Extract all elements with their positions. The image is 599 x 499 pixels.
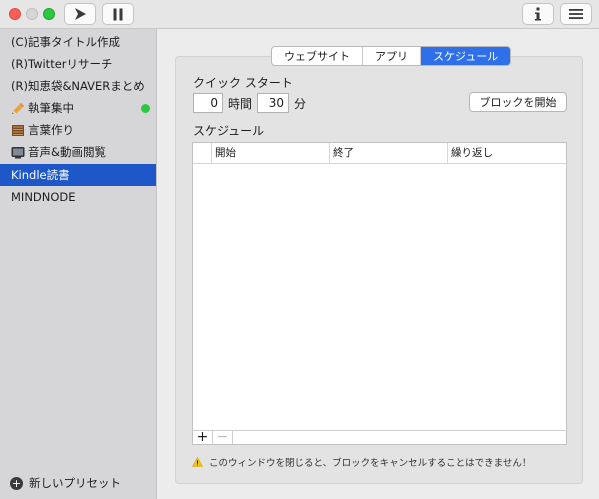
sidebar-item-mindnode[interactable]: MINDNODE [0, 186, 156, 208]
new-preset-button[interactable]: + 新しいプリセット [10, 475, 121, 491]
add-schedule-button[interactable]: + [193, 430, 213, 444]
new-preset-label: 新しいプリセット [29, 476, 121, 490]
title-bar [0, 0, 599, 29]
info-icon [535, 7, 541, 21]
quick-start-heading: クイック スタート [193, 76, 293, 90]
sidebar-item-label: Kindle読書 [11, 168, 70, 182]
tab-schedule[interactable]: スケジュール [421, 47, 511, 65]
schedule-table: 開始 終了 繰り返し [192, 142, 567, 445]
column-header-start[interactable]: 開始 [211, 143, 329, 163]
minutes-label: 分 [294, 97, 307, 111]
sidebar-item-label: 執筆集中 [28, 101, 74, 115]
remove-schedule-button[interactable]: − [213, 430, 233, 444]
schedule-heading: スケジュール [193, 124, 265, 138]
tab-apps[interactable]: アプリ [363, 47, 421, 65]
sidebar-item-word-making[interactable]: 言葉作り [0, 119, 156, 141]
table-header: 開始 終了 繰り返し [193, 143, 566, 164]
hours-input[interactable]: 0 [193, 93, 223, 113]
hours-label: 時間 [228, 97, 253, 111]
minutes-input[interactable]: 30 [257, 93, 289, 113]
pause-icon [113, 8, 123, 20]
warning-text: このウィンドウを閉じると、ブロックをキャンセルすることはできません！ [209, 458, 532, 469]
book-icon [12, 124, 24, 136]
sidebar-item-label: MINDNODE [11, 190, 76, 204]
sidebar-item-label: (R)Twitterリサーチ [11, 57, 113, 71]
sidebar-item-chiebukuro-naver[interactable]: (R)知恵袋&NAVERまとめ [0, 75, 156, 97]
plus-circle-icon: + [10, 476, 23, 490]
play-button[interactable] [64, 3, 96, 25]
sidebar-item-label: 言葉作り [28, 123, 74, 137]
sidebar-item-kindle-reading[interactable]: Kindle読書 [0, 164, 156, 186]
sidebar-item-label: (R)知恵袋&NAVERまとめ [11, 79, 145, 93]
tab-segmented-control: ウェブサイト アプリ スケジュール [271, 46, 512, 66]
table-footer: + − [192, 430, 567, 445]
column-header-end[interactable]: 終了 [329, 143, 447, 163]
info-button[interactable] [522, 3, 554, 25]
tv-icon [11, 146, 25, 158]
hamburger-menu-icon [569, 9, 583, 19]
sidebar-item-label: 音声&動画閲覧 [28, 145, 106, 159]
warning-triangle-icon [192, 457, 203, 467]
start-block-button[interactable]: ブロックを開始 [469, 92, 567, 112]
sidebar-item-writing-focus[interactable]: 執筆集中 [0, 97, 156, 119]
sidebar-item-article-title[interactable]: (C)記事タイトル作成 [0, 31, 156, 53]
close-window-warning: このウィンドウを閉じると、ブロックをキャンセルすることはできません！ [192, 455, 531, 469]
preset-sidebar: (C)記事タイトル作成 (R)Twitterリサーチ (R)知恵袋&NAVERま… [0, 29, 157, 499]
zoom-window-button[interactable] [43, 8, 55, 20]
sidebar-item-label: (C)記事タイトル作成 [11, 35, 121, 49]
close-window-button[interactable] [9, 8, 21, 20]
minimize-window-button[interactable] [26, 8, 38, 20]
menu-button[interactable] [560, 3, 592, 25]
tab-website[interactable]: ウェブサイト [272, 47, 363, 65]
sidebar-item-audio-video[interactable]: 音声&動画閲覧 [0, 141, 156, 163]
active-status-dot [141, 104, 150, 113]
column-header-repeat[interactable]: 繰り返し [447, 143, 566, 163]
pencil-icon [12, 102, 24, 114]
play-arrow-icon [75, 8, 86, 20]
pause-button[interactable] [102, 3, 134, 25]
sidebar-item-twitter-research[interactable]: (R)Twitterリサーチ [0, 53, 156, 75]
